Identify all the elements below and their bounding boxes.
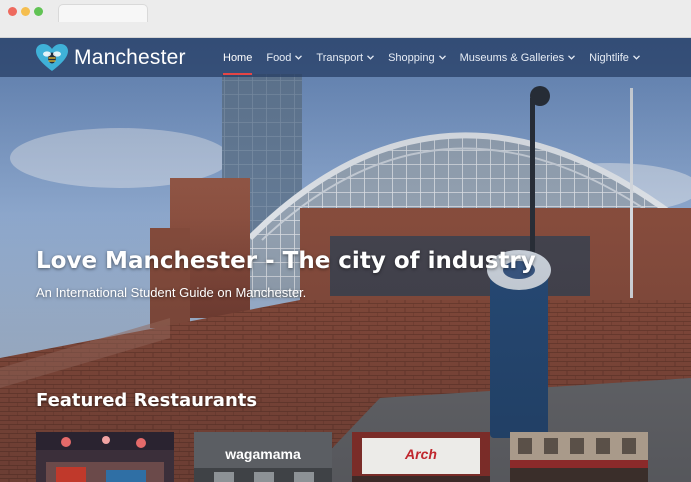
restaurant-card[interactable]: Arch [352,432,490,482]
restaurant-card-label: Arch [405,446,437,462]
main-menu: Home Food Transport Shopping Museums & G… [223,38,654,77]
nav-item-transport[interactable]: Transport [316,38,375,77]
site-logo[interactable]: Manchester [36,44,186,72]
nav-item-shopping[interactable]: Shopping [388,38,446,77]
minimize-window-dot[interactable] [21,7,30,16]
chevron-down-icon [632,55,640,60]
chevron-down-icon [367,55,375,60]
browser-chrome [0,0,691,38]
maximize-window-dot[interactable] [34,7,43,16]
top-navigation-bar: Manchester Home Food Transport Shopping … [0,38,691,77]
nav-item-home[interactable]: Home [223,38,253,77]
browser-tab[interactable] [58,4,148,22]
close-window-dot[interactable] [8,7,17,16]
web-page: Manchester Home Food Transport Shopping … [0,38,691,482]
hero-subtitle: An International Student Guide on Manche… [36,285,307,300]
nav-item-nightlife[interactable]: Nightlife [589,38,640,77]
chevron-down-icon [568,55,576,60]
restaurant-card-label: wagamama [225,446,301,462]
restaurant-card[interactable]: wagamama [194,432,332,482]
heart-bee-icon [36,44,68,71]
nav-item-label: Nightlife [589,51,629,64]
chevron-down-icon [295,55,303,60]
restaurant-card[interactable] [510,432,648,482]
nav-item-label: Transport [316,51,364,64]
site-brand-name: Manchester [74,46,186,69]
chevron-down-icon [438,55,446,60]
restaurant-card[interactable] [36,432,174,482]
hero-title: Love Manchester - The city of industry [36,248,536,274]
nav-item-label: Home [223,51,253,64]
nav-item-label: Museums & Galleries [459,51,565,64]
nav-item-label: Shopping [388,51,435,64]
nav-item-label: Food [266,51,292,64]
nav-item-food[interactable]: Food [266,38,303,77]
featured-restaurants-heading: Featured Restaurants [36,390,258,411]
nav-item-museums-galleries[interactable]: Museums & Galleries [460,38,576,77]
